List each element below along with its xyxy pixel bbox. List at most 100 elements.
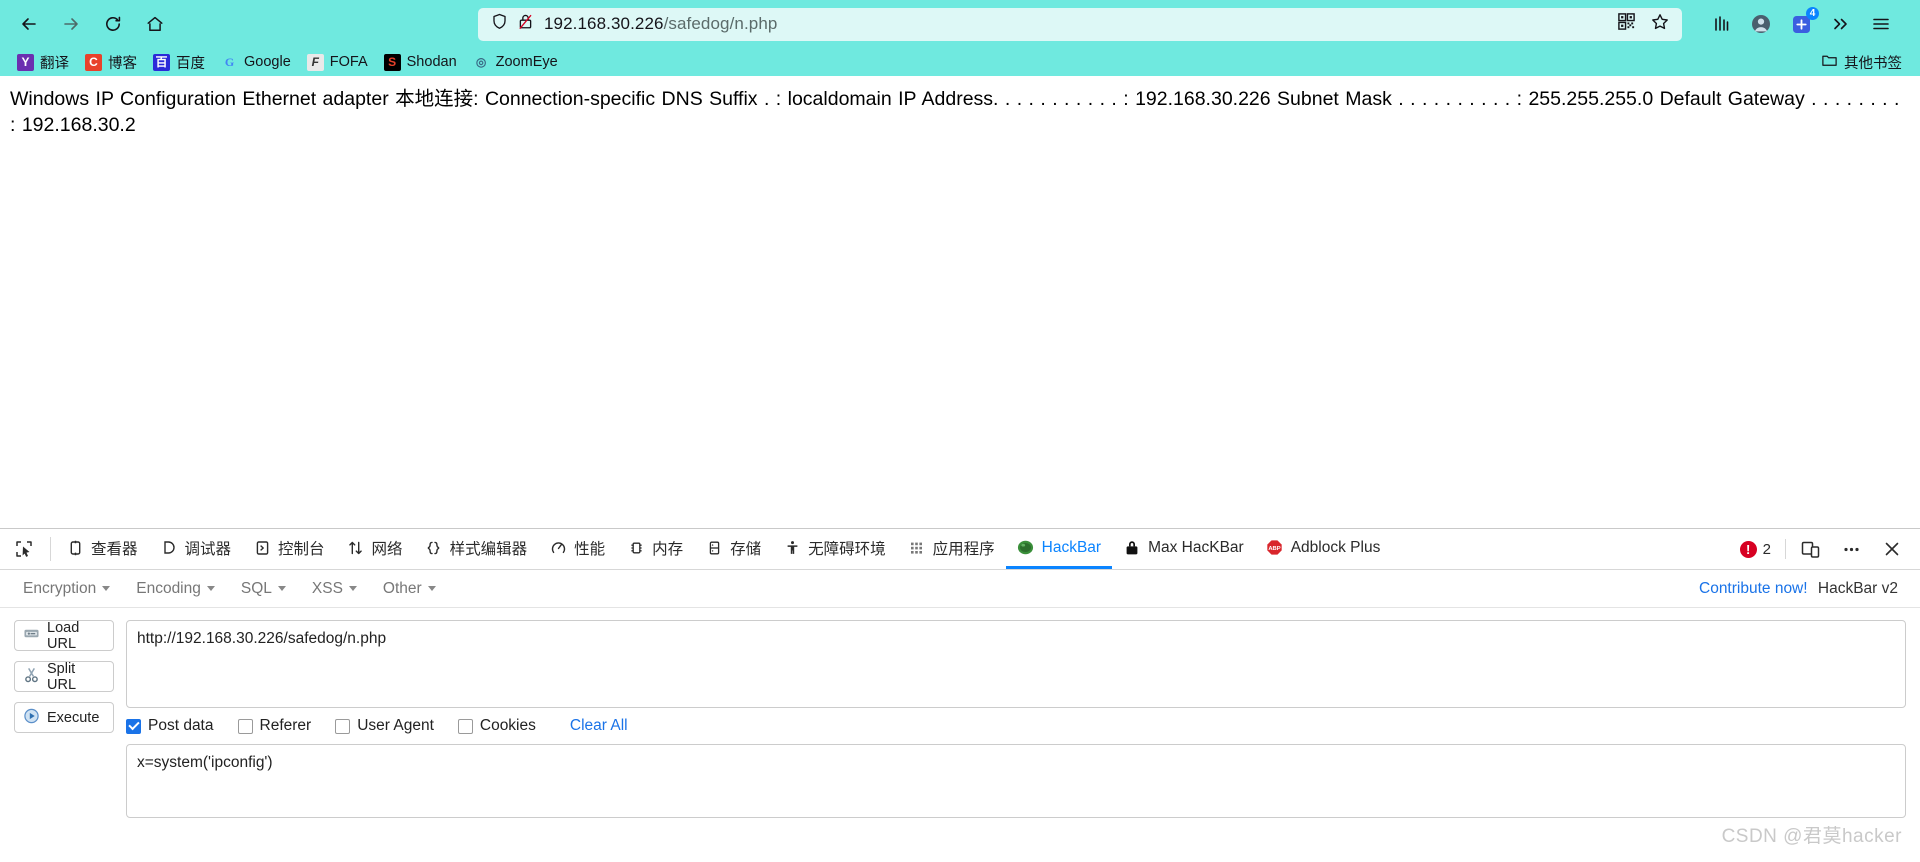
split-url-button[interactable]: Split URL	[14, 661, 114, 693]
svg-text:ABP: ABP	[1269, 546, 1281, 552]
tab-hackbar[interactable]: HackBar	[1005, 529, 1113, 569]
reload-button[interactable]	[94, 5, 132, 43]
menu-label: Encoding	[136, 579, 201, 597]
address-bar[interactable]: 192.168.30.226/safedog/n.php	[478, 7, 1682, 41]
lock-icon	[1123, 539, 1141, 556]
close-icon[interactable]	[1872, 539, 1912, 559]
bookmark-label: ZoomEye	[495, 54, 558, 70]
tab-max-hackbar[interactable]: Max HacKBar	[1112, 529, 1255, 569]
menu-hamburger-icon[interactable]	[1862, 5, 1900, 43]
url-input[interactable]	[126, 620, 1906, 708]
fofa-icon: F	[306, 53, 324, 71]
bookmark-item-1[interactable]: C 博客	[78, 50, 144, 74]
devtools-tabbar-right: ! 2	[1730, 529, 1920, 569]
tab-label: 无障碍环境	[808, 540, 886, 558]
cookies-checkbox[interactable]: Cookies	[457, 717, 536, 735]
load-url-button[interactable]: Load URL	[14, 620, 114, 652]
load-url-icon	[23, 626, 40, 645]
error-count-label: 2	[1762, 540, 1771, 558]
tab-storage[interactable]: 存储	[694, 529, 772, 569]
toolbar-right-icons: 4	[1702, 5, 1910, 43]
tab-inspector[interactable]: 查看器	[55, 529, 149, 569]
checkbox-label: Referer	[259, 717, 312, 734]
more-options-icon[interactable]	[1831, 539, 1872, 560]
error-count-button[interactable]: ! 2	[1730, 540, 1781, 558]
bookmark-star-icon[interactable]	[1650, 12, 1670, 37]
overflow-chevron-icon[interactable]	[1822, 5, 1860, 43]
bookmark-item-6[interactable]: ◎ ZoomEye	[466, 50, 565, 74]
hackbar-version-label: HackBar v2	[1817, 579, 1898, 597]
clear-all-link[interactable]: Clear All	[570, 717, 628, 735]
bookmark-item-5[interactable]: S Shodan	[377, 50, 464, 74]
extensions-icon[interactable]: 4	[1782, 5, 1820, 43]
checkbox-box[interactable]	[335, 718, 351, 734]
url-text[interactable]: 192.168.30.226/safedog/n.php	[544, 14, 1617, 34]
forward-button[interactable]	[52, 5, 90, 43]
user-agent-checkbox[interactable]: User Agent	[335, 717, 434, 735]
checkbox-box[interactable]	[237, 718, 253, 734]
bookmark-label: 翻译	[40, 55, 69, 72]
element-picker-icon[interactable]	[4, 529, 46, 569]
hackbar-panel: Encryption Encoding SQL XSS Other Contri…	[0, 570, 1920, 862]
tracking-shield-icon[interactable]	[490, 12, 509, 36]
bookmark-item-2[interactable]: 百 百度	[146, 50, 212, 74]
tab-label: 样式编辑器	[449, 540, 528, 558]
hackbar-icon	[1017, 539, 1035, 556]
chevron-down-icon	[102, 586, 111, 591]
application-icon	[908, 540, 926, 556]
lock-crossed-icon[interactable]	[516, 12, 535, 36]
menu-label: SQL	[240, 579, 272, 597]
tab-label: 调试器	[184, 540, 232, 558]
checkbox-box[interactable]	[126, 718, 141, 734]
performance-icon	[549, 540, 567, 556]
tab-adblock-plus[interactable]: ABP Adblock Plus	[1255, 529, 1392, 569]
page-viewport: Windows IP Configuration Ethernet adapte…	[0, 76, 1920, 528]
contribute-link[interactable]: Contribute now!	[1699, 580, 1808, 597]
menu-other[interactable]: Other	[370, 580, 449, 598]
account-icon[interactable]	[1742, 5, 1780, 43]
baidu-icon: 百	[153, 53, 170, 71]
library-icon[interactable]	[1702, 5, 1740, 43]
bookmark-label: Shodan	[406, 54, 457, 70]
execute-button[interactable]: Execute	[14, 702, 114, 733]
post-data-checkbox[interactable]: Post data	[126, 717, 214, 735]
chevron-down-icon	[348, 586, 357, 591]
referer-checkbox[interactable]: Referer	[237, 717, 312, 735]
tab-label: 存储	[730, 540, 762, 558]
tab-performance[interactable]: 性能	[538, 529, 616, 569]
menu-label: Encryption	[23, 579, 97, 597]
menu-xss[interactable]: XSS	[299, 580, 370, 598]
adblock-icon: ABP	[1266, 539, 1284, 556]
back-button[interactable]	[10, 5, 48, 43]
devtools-panel: 查看器 调试器 控制台 网络 样式编辑器 性能 内存 存储 无障碍环境 应用程序…	[0, 528, 1920, 862]
tab-network[interactable]: 网络	[336, 529, 414, 569]
chevron-down-icon	[206, 586, 215, 591]
tab-memory[interactable]: 内存	[616, 529, 694, 569]
menu-label: Other	[382, 579, 422, 597]
inspector-icon	[66, 540, 84, 556]
bookmark-item-0[interactable]: Y 翻译	[10, 50, 76, 74]
post-data-input[interactable]	[126, 744, 1906, 818]
checkbox-box[interactable]	[457, 718, 473, 734]
bookmark-item-3[interactable]: G Google	[214, 50, 298, 74]
menu-sql[interactable]: SQL	[228, 580, 299, 598]
home-button[interactable]	[136, 5, 174, 43]
tab-label: HackBar	[1041, 538, 1102, 556]
other-bookmarks-folder[interactable]: 其他书签	[1821, 52, 1910, 73]
responsive-design-icon[interactable]	[1790, 539, 1831, 560]
bookmark-item-4[interactable]: F FOFA	[300, 50, 375, 74]
menu-encoding[interactable]: Encoding	[123, 580, 228, 598]
accessibility-icon	[783, 540, 801, 556]
tab-style-editor[interactable]: 样式编辑器	[414, 529, 539, 569]
tab-accessibility[interactable]: 无障碍环境	[772, 529, 897, 569]
button-label: Execute	[47, 709, 100, 726]
storage-icon	[705, 540, 723, 556]
tab-application[interactable]: 应用程序	[897, 529, 1006, 569]
split-url-icon	[23, 667, 40, 687]
menu-encryption[interactable]: Encryption	[10, 580, 123, 598]
tab-console[interactable]: 控制台	[242, 529, 336, 569]
qr-code-icon[interactable]	[1617, 12, 1636, 36]
tab-label: 查看器	[91, 540, 138, 558]
checkbox-label: Post data	[148, 717, 214, 734]
tab-debugger[interactable]: 调试器	[149, 529, 243, 569]
